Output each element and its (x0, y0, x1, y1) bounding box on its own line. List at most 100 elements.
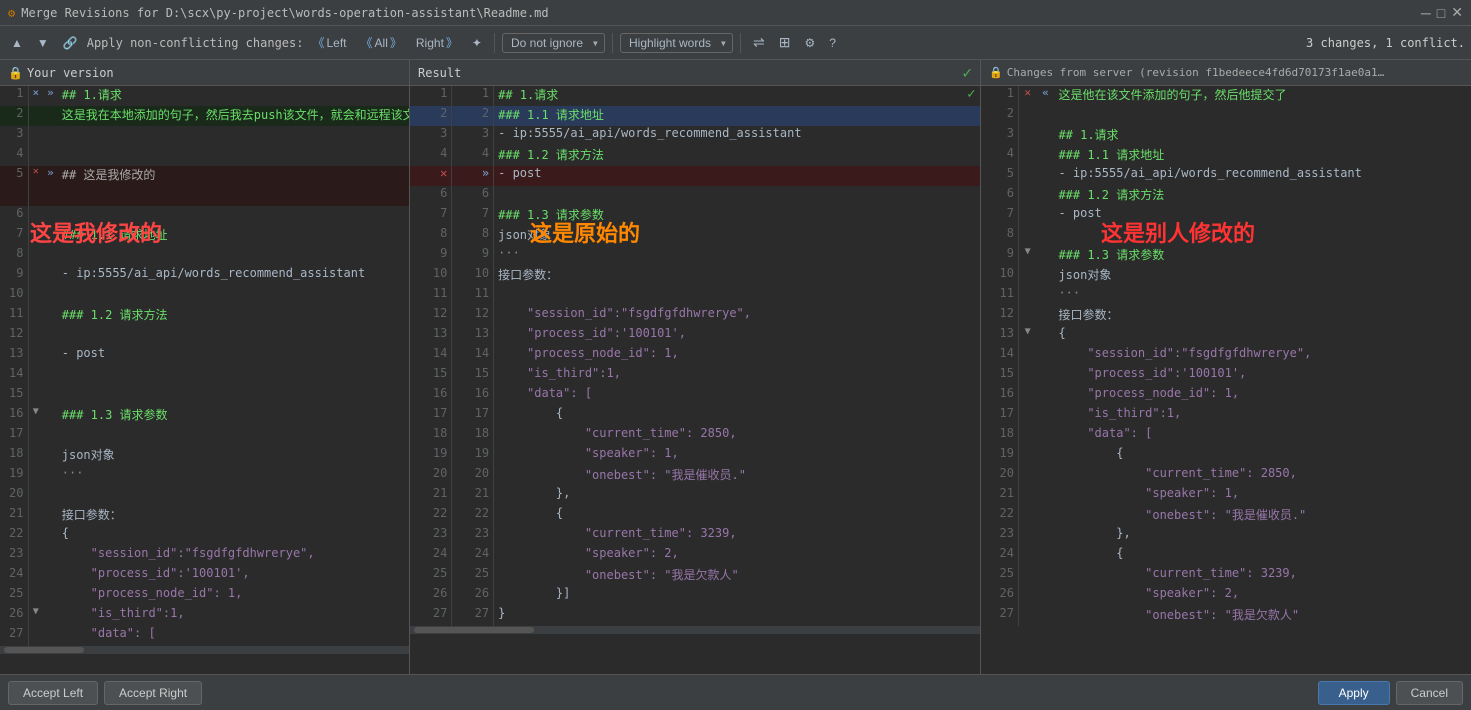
apply-left-button[interactable]: 《 Left (307, 32, 351, 53)
table-row: 26▼ "is_third":1, (0, 606, 409, 626)
table-row: 6 (0, 206, 409, 226)
table-row: 2 这是我在本地添加的句子，然后我去push该文件，就会和远程该文 (0, 106, 409, 126)
bottom-left-actions: Accept Left Accept Right (8, 681, 202, 705)
nav-up-button[interactable]: ▲ (6, 34, 28, 52)
table-row: 4### 1.1 请求地址 (981, 146, 1471, 166)
accept-left-button[interactable]: Accept Left (8, 681, 98, 705)
left-code-area[interactable]: 这是我修改的 1 × » ## 1.请求 2 这是我在本地添加的句子，然后我去p… (0, 86, 409, 674)
table-row: 8 (981, 226, 1471, 246)
bottom-bar: Accept Left Accept Right Apply Cancel (0, 674, 1471, 710)
right-code-table: 1 ✕ « 这是他在该文件添加的句子，然后他提交了 2 3## 1.请求 4##… (981, 86, 1471, 626)
toolbar: ▲ ▼ 🔗 Apply non-conflicting changes: 《 L… (0, 26, 1471, 60)
apply-right-button[interactable]: Right 》 (411, 32, 463, 53)
table-row: 16▼### 1.3 请求参数 (0, 406, 409, 426)
lock-icon-right: 🔒 (989, 66, 1003, 79)
table-row: 1717 { (410, 406, 980, 426)
window-title: Merge Revisions for D:\scx\py-project\wo… (21, 6, 548, 20)
settings-button[interactable]: ⇌ (748, 32, 770, 53)
table-row: 15 (0, 386, 409, 406)
table-row: 1919 "speaker": 1, (410, 446, 980, 466)
table-row: 23 }, (981, 526, 1471, 546)
apply-all-button[interactable]: 《 All 》 (356, 32, 407, 53)
center-panel-title: Result (418, 66, 461, 80)
columns-button[interactable]: ⊞ (774, 32, 796, 53)
lock-icon-left: 🔒 (8, 66, 23, 80)
nav-down-button[interactable]: ▼ (32, 34, 54, 52)
table-row: 8 (0, 246, 409, 266)
separator-3 (740, 33, 741, 53)
main-content: 🔒 Your version 这是我修改的 1 × » ## 1.请求 2 (0, 60, 1471, 674)
highlight-dropdown[interactable]: Highlight words (620, 33, 733, 53)
table-row: 2626 }] (410, 586, 980, 606)
table-row: ✕ » - post (410, 166, 980, 186)
ignore-dropdown-wrap[interactable]: Do not ignore (502, 33, 605, 53)
cancel-button[interactable]: Cancel (1396, 681, 1463, 705)
table-row: 2 (981, 106, 1471, 126)
table-row: 9- ip:5555/ai_api/words_recommend_assist… (0, 266, 409, 286)
separator-1 (494, 33, 495, 53)
table-row: 1414 "process_node_id": 1, (410, 346, 980, 366)
table-row: 13- post (0, 346, 409, 366)
center-panel: Result ✓ 这是原始的 1 1 ## 1.请求 ✓ 2 (410, 60, 981, 674)
table-row: 21 "speaker": 1, (981, 486, 1471, 506)
table-row: 14 (0, 366, 409, 386)
table-row: 18 "data": [ (981, 426, 1471, 446)
table-row: 9▼### 1.3 请求参数 (981, 246, 1471, 266)
center-scrollbar[interactable] (410, 626, 980, 634)
table-row: 19 { (981, 446, 1471, 466)
table-row: 24 { (981, 546, 1471, 566)
table-row: 18json对象 (0, 446, 409, 466)
table-row: 16 "process_node_id": 1, (981, 386, 1471, 406)
left-panel: 🔒 Your version 这是我修改的 1 × » ## 1.请求 2 (0, 60, 410, 674)
right-panel: 🔒 Changes from server (revision f1bedeec… (981, 60, 1471, 674)
highlight-dropdown-wrap[interactable]: Highlight words (620, 33, 733, 53)
accept-right-button[interactable]: Accept Right (104, 681, 202, 705)
right-code-area[interactable]: 这是别人修改的 1 ✕ « 这是他在该文件添加的句子，然后他提交了 2 3## … (981, 86, 1471, 674)
table-row: 2525 "onebest": "我是欠款人" (410, 566, 980, 586)
table-row: 1212 "session_id":"fsgdfgfdhwrerye", (410, 306, 980, 326)
table-row: 24 "process_id":'100101', (0, 566, 409, 586)
table-row: 3## 1.请求 (981, 126, 1471, 146)
table-row: 2727} (410, 606, 980, 626)
table-row: 11### 1.2 请求方法 (0, 306, 409, 326)
table-row: 21接口参数： (0, 506, 409, 526)
table-row: 6### 1.2 请求方法 (981, 186, 1471, 206)
window-close[interactable]: ✕ (1451, 4, 1463, 21)
left-panel-title: Your version (27, 66, 114, 80)
result-checkmark: ✓ (962, 63, 972, 82)
table-row: 13▼{ (981, 326, 1471, 346)
table-row: 20 (0, 486, 409, 506)
gear-button[interactable]: ⚙ (799, 34, 820, 52)
table-row: 11··· (981, 286, 1471, 306)
left-scrollbar[interactable] (0, 646, 409, 654)
help-button[interactable]: ? (824, 34, 841, 52)
table-row: 1616 "data": [ (410, 386, 980, 406)
window-minimize[interactable]: ─ (1421, 5, 1431, 21)
table-row: 26 "speaker": 2, (981, 586, 1471, 606)
table-row: 2222 { (410, 506, 980, 526)
table-row: 27 "onebest": "我是欠款人" (981, 606, 1471, 626)
table-row: 10json对象 (981, 266, 1471, 286)
table-row: 17 "is_third":1, (981, 406, 1471, 426)
center-code-table: 1 1 ## 1.请求 ✓ 2 2 ### 1.1 请求地址 33- ip:55… (410, 86, 980, 626)
table-row: 17 (0, 426, 409, 446)
center-code-area[interactable]: 这是原始的 1 1 ## 1.请求 ✓ 2 2 ### 1.1 请求地址 (410, 86, 980, 674)
ignore-dropdown[interactable]: Do not ignore (502, 33, 605, 53)
table-row: 1 × » ## 1.请求 (0, 86, 409, 106)
link-button[interactable]: 🔗 (58, 34, 83, 52)
table-row: 2020 "onebest": "我是催收员." (410, 466, 980, 486)
table-row: 5- ip:5555/ai_api/words_recommend_assist… (981, 166, 1471, 186)
table-row: 44### 1.2 请求方法 (410, 146, 980, 166)
conflict-info: 3 changes, 1 conflict. (1306, 36, 1465, 50)
apply-button[interactable]: Apply (1318, 681, 1390, 705)
table-row: 5 ✕ » ## 这是我修改的 (0, 166, 409, 206)
table-row: 27 "data": [ (0, 626, 409, 646)
table-row: 10 (0, 286, 409, 306)
table-row: 1313 "process_id":'100101', (410, 326, 980, 346)
window-maximize[interactable]: □ (1437, 5, 1445, 21)
table-row: 12 (0, 326, 409, 346)
magic-button[interactable]: ✦ (467, 34, 487, 52)
table-row: 20 "current_time": 2850, (981, 466, 1471, 486)
table-row: 25 "process_node_id": 1, (0, 586, 409, 606)
table-row: 22 "onebest": "我是催收员." (981, 506, 1471, 526)
